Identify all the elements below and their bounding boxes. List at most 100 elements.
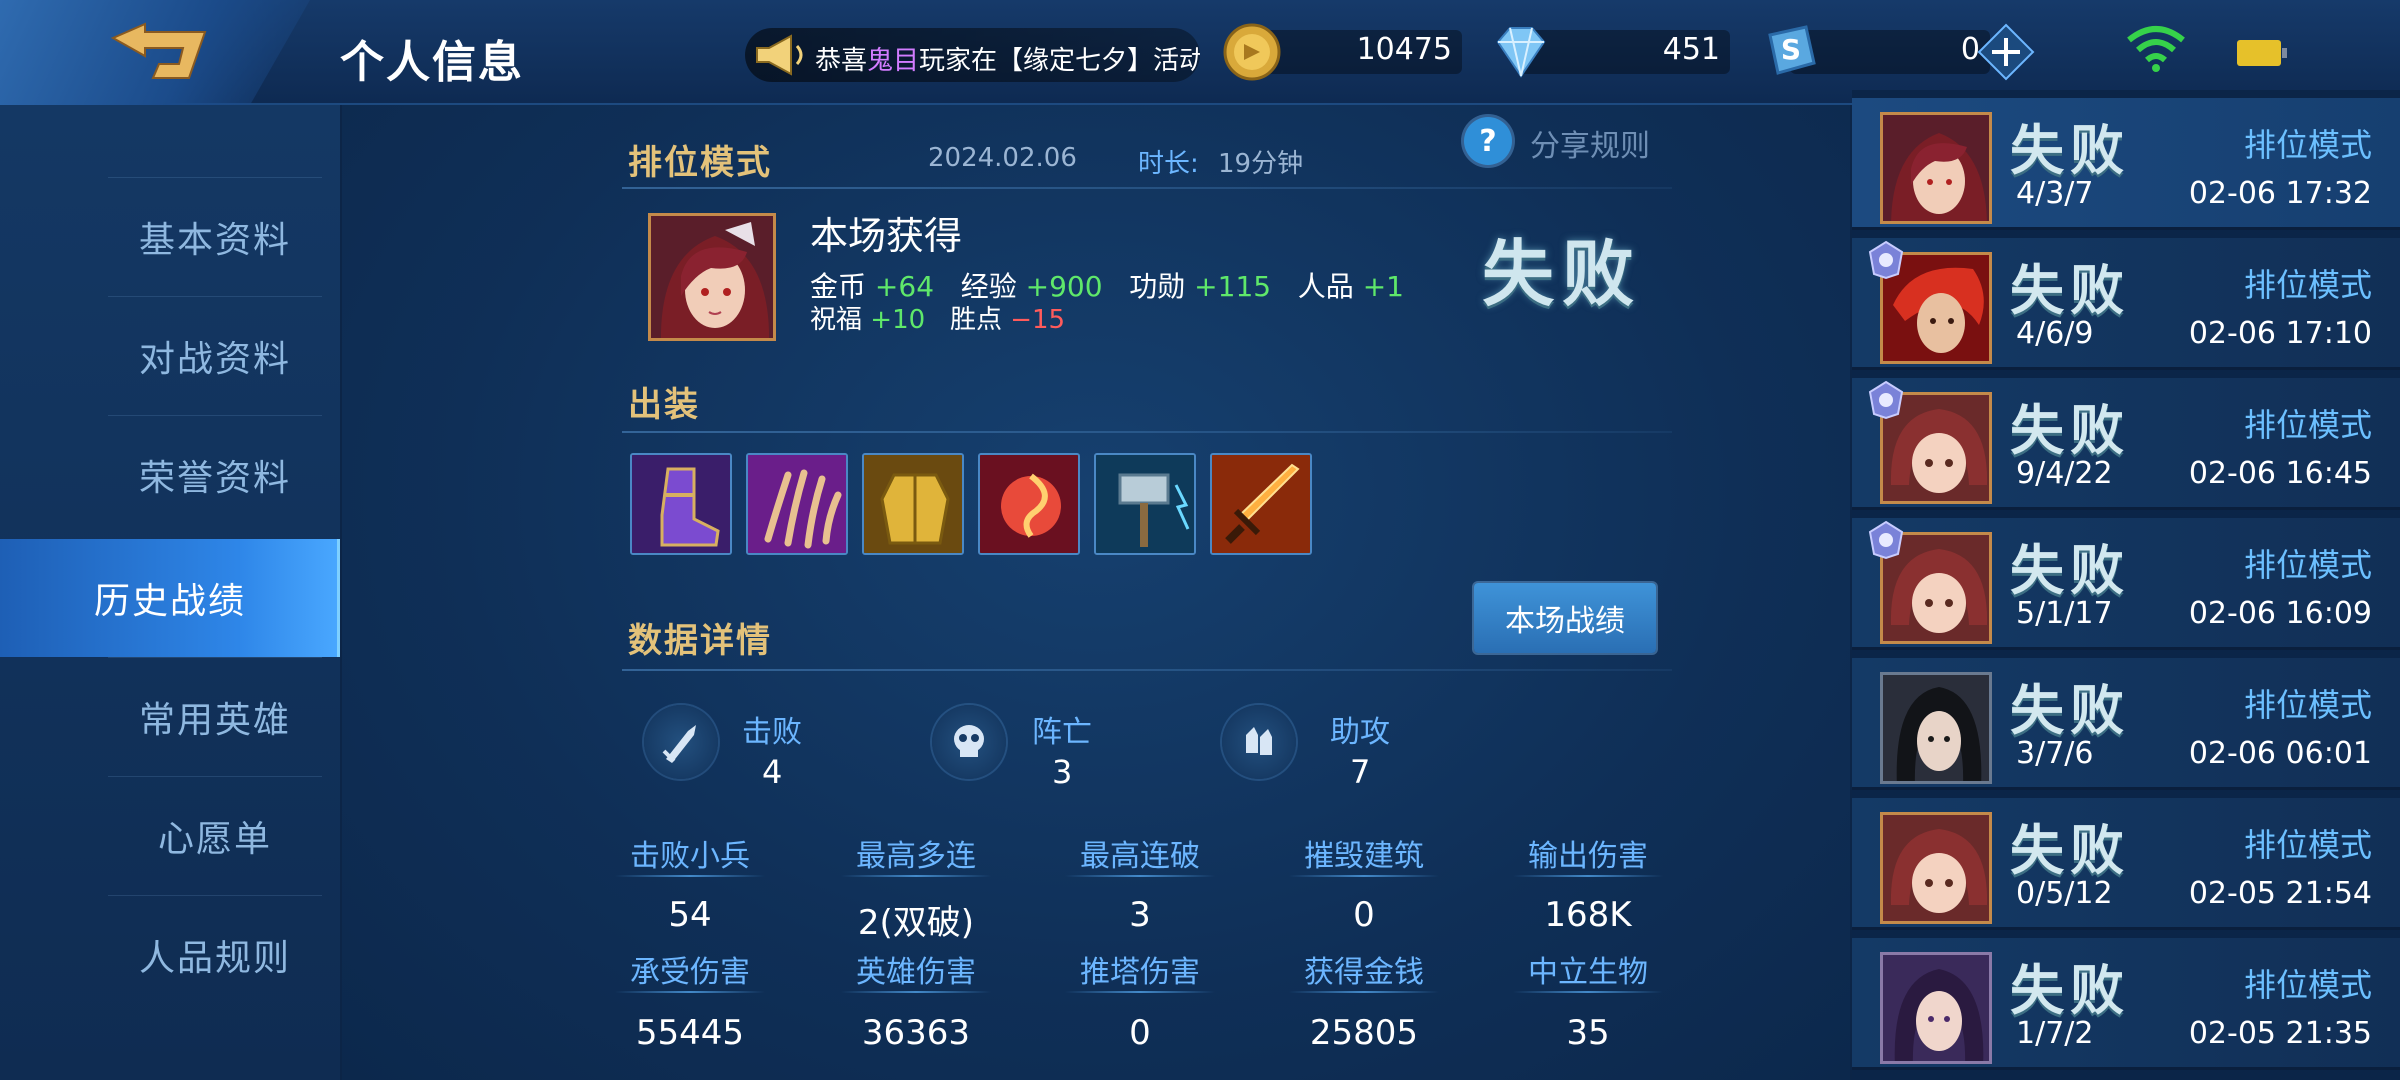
divider [1065,991,1215,993]
item-armor[interactable] [862,453,964,555]
match-history-row[interactable]: 失败 排位模式 1/7/2 02-05 21:35 [1852,938,2400,1070]
divider [622,431,1672,433]
history-mode: 排位模式 [2243,966,2372,1004]
history-result: 失败 [2010,679,2130,742]
match-history-list: 失败 排位模式 4/3/7 02-06 17:32 失败 排位模式 4/6/9 … [1852,90,2400,1080]
item-orb[interactable] [978,453,1080,555]
history-time: 02-06 17:32 [2188,176,2372,211]
kills-icon-wrap [644,705,718,779]
sidebar-item-label: 对战资料 [138,338,291,380]
match-history-row[interactable]: 失败 排位模式 4/6/9 02-06 17:10 [1852,238,2400,370]
kills-label: 击败 [742,715,802,750]
sidebar-item-label: 历史战绩 [93,581,246,622]
sidebar-item-honor-info[interactable]: 荣誉资料 [108,415,322,533]
history-result: 失败 [2010,539,2130,602]
divider [1513,875,1663,877]
hero-avatar-image [1883,815,1989,921]
assist-icon [1246,727,1272,755]
diamond-icon [1496,27,1546,78]
diamond-value: 451 [1662,32,1720,67]
divider [1513,991,1663,993]
reward-title: 本场获得 [810,214,963,258]
stat-label-hero-damage: 英雄伤害 [856,955,976,990]
help-icon[interactable]: ? [1464,117,1512,165]
history-mode: 排位模式 [2243,266,2372,304]
sidebar-item-basic-info[interactable]: 基本资料 [108,177,322,295]
history-mode: 排位模式 [2243,126,2372,164]
match-history-row[interactable]: 失败 排位模式 5/1/17 02-06 16:09 [1852,518,2400,650]
history-time: 02-06 06:01 [2188,736,2372,771]
stat-value-damage-taken: 55445 [635,1013,745,1053]
sidebar-item-common-heroes[interactable]: 常用英雄 [108,657,322,775]
announcement-ticker[interactable]: 恭喜鬼目玩家在【缘定七夕】活动! [745,28,1200,82]
rank-badge-icon [1868,380,1904,420]
divider [1289,875,1439,877]
battery-icon [2237,40,2287,66]
item-claw[interactable] [746,453,848,555]
hammer-icon [1096,455,1194,553]
sidebar-item-karma-rules[interactable]: 人品规则 [108,895,322,1013]
sword-icon [1212,455,1310,553]
share-rules-link[interactable]: 分享规则 [1530,121,1650,165]
karma-gain: +1 [1362,270,1404,303]
assists-icon-wrap [1222,705,1296,779]
merit-label: 功勋 [1129,270,1186,303]
gold-value: 10475 [1356,32,1452,67]
history-mode: 排位模式 [2243,826,2372,864]
match-history-row[interactable]: 失败 排位模式 4/3/7 02-06 17:32 [1852,98,2400,230]
data-title: 数据详情 [628,621,772,661]
gold-currency: 10475 [1222,23,1462,81]
ticker-player-name: 鬼目 [867,46,920,76]
sidebar-item-wishlist[interactable]: 心愿单 [108,776,322,894]
stat-value-damage-dealt: 168K [1544,895,1632,935]
history-result: 失败 [2010,119,2130,182]
rank-badge-icon [1868,520,1904,560]
sidebar-item-label: 荣誉资料 [138,457,291,499]
match-duration: 19分钟 [1218,149,1304,179]
divider [841,875,991,877]
kills-icon [662,725,696,763]
item-sword[interactable] [1210,453,1312,555]
svg-text:S: S [1781,33,1801,66]
match-stats-button[interactable]: 本场战绩 [1474,583,1656,653]
history-mode: 排位模式 [2243,546,2372,584]
stat-label-damage-dealt: 输出伤害 [1528,839,1648,874]
history-result: 失败 [2010,399,2130,462]
back-button[interactable] [0,0,310,105]
stat-label-buildings: 摧毁建筑 [1304,839,1424,874]
token-value: 0 [1960,32,1980,67]
gold-coin-icon [1223,23,1281,81]
plus-icon[interactable] [1976,22,2036,82]
sidebar-item-label: 心愿单 [157,818,272,860]
item-hammer[interactable] [1094,453,1196,555]
reward-line-2: 祝福 +10 胜点 −15 [810,299,1065,336]
history-kda: 3/7/6 [2016,736,2094,771]
stat-label-minions: 击败小兵 [630,839,750,874]
assists-label: 助攻 [1330,715,1390,750]
ticker-suffix: 玩家在【缘定七夕】活动! [919,46,1200,76]
horn-icon [756,34,803,76]
stat-value-multikill: 2(双破) [857,903,975,943]
hero-avatar [1880,112,1992,224]
history-kda: 1/7/2 [2016,1016,2094,1051]
hero-avatar [1880,672,1992,784]
back-arrow-icon [110,22,207,79]
hero-portrait [648,213,776,341]
sidebar-item-label: 常用英雄 [138,699,291,741]
match-detail-panel: 排位模式 2024.02.06 时长: 19分钟 ? 分享规则 本场获得 金币 … [342,105,1850,1080]
sidebar-item-label: 基本资料 [138,219,291,261]
match-history-row[interactable]: 失败 排位模式 9/4/22 02-06 16:45 [1852,378,2400,510]
match-history-row[interactable]: 失败 排位模式 0/5/12 02-05 21:54 [1852,798,2400,930]
history-kda: 4/3/7 [2016,176,2094,211]
wifi-icon [2127,26,2185,72]
divider [841,991,991,993]
stat-value-gold-earned: 25805 [1309,1013,1419,1053]
history-result: 失败 [2010,959,2130,1022]
item-boots[interactable] [630,453,732,555]
flame-orb-icon [980,455,1078,553]
stat-value-neutral-creeps: 35 [1566,1013,1610,1053]
match-history-row[interactable]: 失败 排位模式 3/7/6 02-06 06:01 [1852,658,2400,790]
sidebar-item-battle-info[interactable]: 对战资料 [108,296,322,414]
hero-avatar [1880,952,1992,1064]
sidebar-item-match-history[interactable]: 历史战绩 [0,539,340,657]
